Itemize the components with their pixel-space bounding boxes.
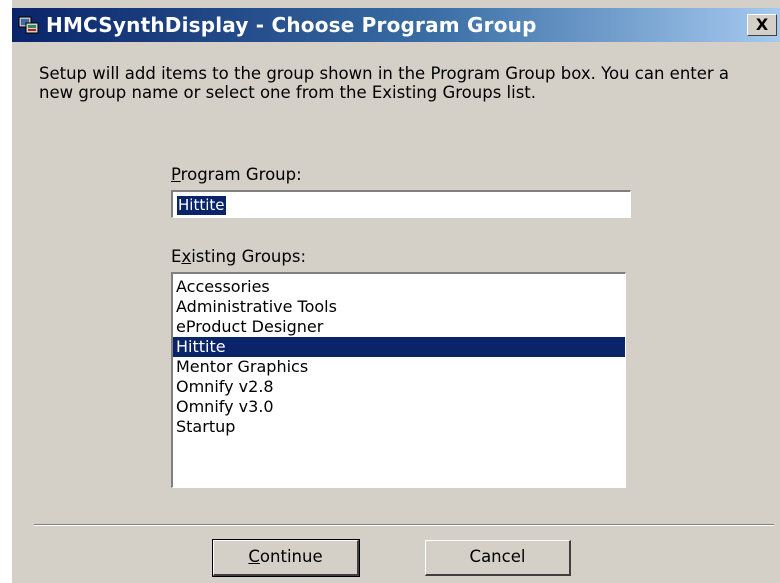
close-button[interactable]: X [747, 14, 777, 36]
program-group-value: Hittite [176, 195, 227, 216]
existing-groups-label: Existing Groups: [171, 247, 306, 267]
list-item[interactable]: Administrative Tools [173, 297, 625, 317]
continue-button-label-rest: ontinue [259, 547, 323, 566]
existing-groups-label-rest: isting Groups: [191, 247, 307, 266]
instructions-text: Setup will add items to the group shown … [39, 64, 730, 102]
choose-program-group-dialog: HMCSynthDisplay - Choose Program Group X… [12, 0, 780, 583]
program-group-label-accel: P [171, 165, 181, 184]
close-icon: X [755, 15, 769, 34]
window-title: HMCSynthDisplay - Choose Program Group [46, 13, 537, 37]
existing-groups-label-pre: E [171, 247, 182, 266]
continue-button-label: Continue [248, 547, 322, 567]
program-group-label-rest: rogram Group: [180, 165, 302, 184]
list-item[interactable]: Omnify v3.0 [173, 397, 625, 417]
list-item[interactable]: eProduct Designer [173, 317, 625, 337]
list-item[interactable]: Mentor Graphics [173, 357, 625, 377]
program-group-label: Program Group: [171, 165, 302, 185]
setup-installer-icon [18, 16, 39, 34]
title-bar[interactable]: HMCSynthDisplay - Choose Program Group X [12, 8, 780, 42]
existing-groups-label-accel: x [181, 247, 192, 266]
list-item[interactable]: Startup [173, 417, 625, 437]
list-item[interactable]: Omnify v2.8 [173, 377, 625, 397]
list-item[interactable]: Accessories [173, 277, 625, 297]
separator-line [34, 524, 774, 526]
existing-groups-list[interactable]: Accessories Administrative Tools eProduc… [171, 272, 626, 488]
program-group-input[interactable]: Hittite [171, 190, 631, 218]
cancel-button[interactable]: Cancel [425, 540, 571, 576]
cancel-button-label: Cancel [469, 547, 526, 566]
list-item-selected[interactable]: Hittite [173, 337, 625, 357]
continue-button-accel: C [248, 547, 260, 566]
continue-button[interactable]: Continue [212, 539, 360, 577]
